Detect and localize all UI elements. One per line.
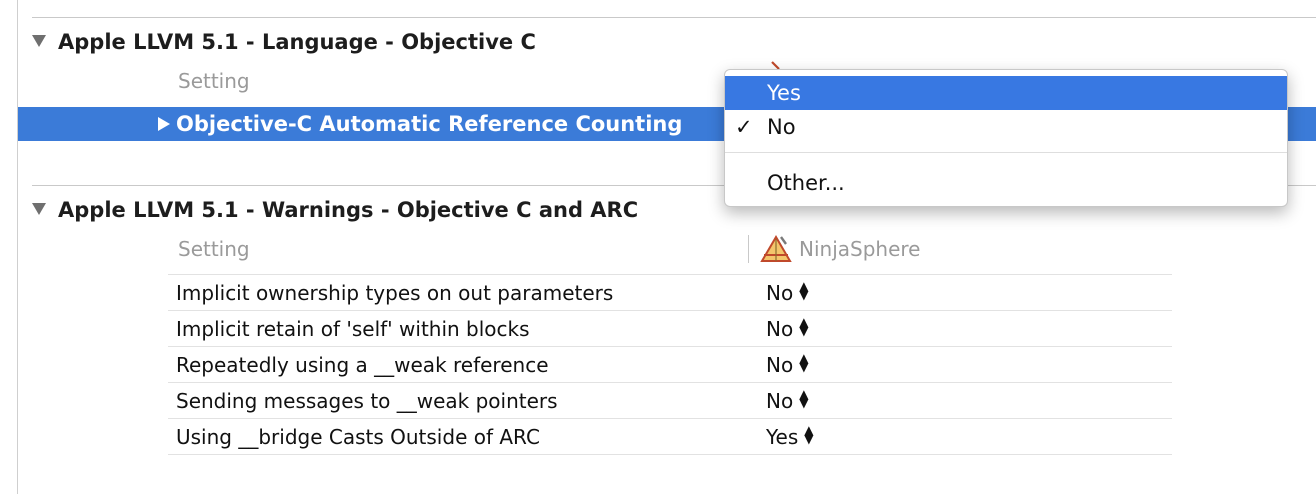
target-column-header: NinjaSphere — [748, 235, 920, 263]
popup-stepper-icon[interactable]: ▲ ▼ — [799, 352, 808, 373]
target-name: NinjaSphere — [799, 237, 921, 261]
menu-item-label: No — [767, 115, 796, 139]
table-bottom-border — [168, 454, 1172, 455]
setting-value-popup[interactable]: No ▲ ▼ — [766, 388, 808, 414]
table-row[interactable]: Using __bridge Casts Outside of ARC Yes ▲… — [168, 418, 1172, 455]
setting-value-popup[interactable]: No ▲ ▼ — [766, 352, 808, 378]
checkmark-icon: ✓ — [735, 115, 753, 139]
setting-value-popup[interactable]: Yes ▲ ▼ — [766, 424, 814, 450]
setting-value: No — [766, 317, 794, 341]
section-title: Apple LLVM 5.1 - Language - Objective C — [58, 30, 536, 54]
disclosure-down-icon[interactable] — [32, 35, 46, 47]
setting-value: No — [766, 281, 794, 305]
popup-stepper-icon[interactable]: ▲ ▼ — [804, 424, 813, 445]
popup-stepper-icon[interactable]: ▲ ▼ — [799, 388, 808, 409]
disclosure-down-icon[interactable] — [32, 203, 46, 215]
setting-name: Repeatedly using a __weak reference — [176, 353, 549, 377]
table-row[interactable]: Sending messages to __weak pointers No ▲ ▼ — [168, 382, 1172, 419]
popup-stepper-icon[interactable]: ▲ ▼ — [799, 316, 808, 337]
disclosure-right-icon[interactable] — [158, 117, 170, 131]
menu-item-yes[interactable]: Yes — [725, 76, 1287, 110]
menu-item-no[interactable]: ✓ No — [725, 110, 1287, 144]
column-header-setting: Setting — [178, 69, 250, 93]
popup-stepper-icon[interactable]: ▲ ▼ — [799, 280, 808, 301]
menu-item-label: Other... — [767, 171, 845, 195]
section-divider — [32, 17, 1316, 18]
setting-name: Implicit retain of 'self' within blocks — [176, 317, 530, 341]
column-header-setting: Setting — [178, 237, 250, 261]
setting-value: No — [766, 389, 794, 413]
value-popup-menu: Yes ✓ No Other... — [724, 69, 1288, 207]
table-left-border — [17, 0, 18, 494]
section-header-language[interactable]: Apple LLVM 5.1 - Language - Objective C — [32, 28, 536, 56]
setting-name: Using __bridge Casts Outside of ARC — [176, 425, 540, 449]
setting-value-popup[interactable]: No ▲ ▼ — [766, 280, 808, 306]
setting-value-popup[interactable]: No ▲ ▼ — [766, 316, 808, 342]
table-row[interactable]: Repeatedly using a __weak reference No ▲ ▼ — [168, 346, 1172, 383]
setting-name: Sending messages to __weak pointers — [176, 389, 558, 413]
section-title: Apple LLVM 5.1 - Warnings - Objective C … — [58, 198, 639, 222]
xcode-app-icon — [759, 235, 793, 267]
setting-name: Implicit ownership types on out paramete… — [176, 281, 614, 305]
setting-value: Yes — [766, 425, 799, 449]
menu-separator — [725, 152, 1287, 153]
table-row[interactable]: Implicit retain of 'self' within blocks … — [168, 310, 1172, 347]
section-header-warnings[interactable]: Apple LLVM 5.1 - Warnings - Objective C … — [32, 196, 638, 224]
setting-value: No — [766, 353, 794, 377]
setting-name: Objective-C Automatic Reference Counting — [176, 112, 683, 136]
table-row[interactable]: Implicit ownership types on out paramete… — [168, 274, 1172, 311]
menu-item-label: Yes — [767, 81, 801, 105]
menu-item-other[interactable]: Other... — [725, 166, 1287, 200]
